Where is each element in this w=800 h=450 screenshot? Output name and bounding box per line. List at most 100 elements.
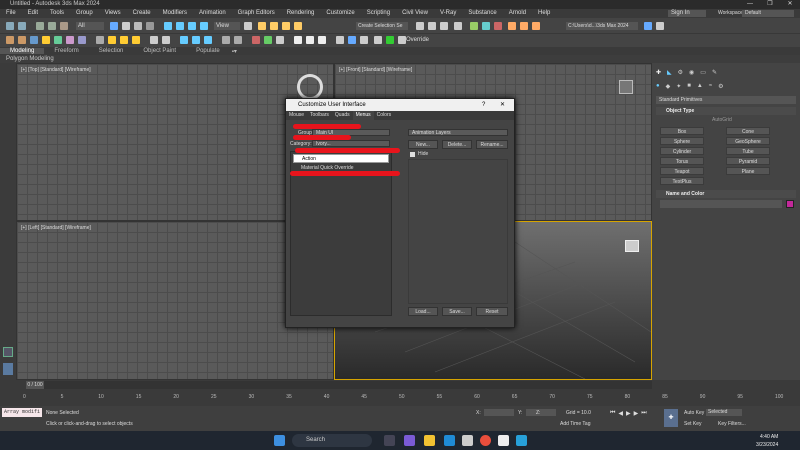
menu-arnold[interactable]: Arnold	[503, 9, 532, 18]
menu-create[interactable]: Create	[127, 9, 157, 18]
teapot-button[interactable]: Teapot	[660, 167, 704, 175]
teapot-icon[interactable]	[6, 36, 14, 44]
menu-edit[interactable]: Edit	[22, 9, 44, 18]
undo-icon[interactable]	[6, 22, 14, 30]
render-setup-icon[interactable]	[508, 22, 516, 30]
reset-button[interactable]: Reset	[476, 307, 508, 316]
store-icon[interactable]	[462, 435, 473, 446]
render-icon[interactable]	[132, 36, 140, 44]
pivot-point-icon[interactable]	[244, 22, 252, 30]
menu-help[interactable]: Help	[532, 9, 556, 18]
lights-category-icon[interactable]: ✦	[676, 83, 681, 93]
close-button[interactable]: ✕	[780, 0, 800, 9]
maxscript-listener[interactable]: Array modifi	[2, 408, 42, 417]
percent-snap-icon[interactable]	[282, 22, 290, 30]
angle-snap-icon[interactable]	[270, 22, 278, 30]
menu-file[interactable]: File	[0, 9, 22, 18]
menu-scripting[interactable]: Scripting	[361, 9, 396, 18]
create-tab-icon[interactable]: ✚	[656, 69, 661, 79]
y-coordinate-input[interactable]	[526, 409, 556, 416]
sphere-icon[interactable]	[18, 36, 26, 44]
autogrid-checkbox[interactable]: AutoGrid	[712, 117, 732, 123]
spinner-snap-icon[interactable]	[294, 22, 302, 30]
systems-category-icon[interactable]: ⚙	[718, 83, 723, 93]
auto-key-button[interactable]: Auto Key	[684, 410, 704, 416]
teams-icon[interactable]	[404, 435, 415, 446]
save-button[interactable]: Save...	[442, 307, 472, 316]
help-icon[interactable]: ?	[482, 99, 485, 111]
name-color-header[interactable]: Name and Color	[656, 190, 796, 198]
window-crossing-icon[interactable]	[146, 22, 154, 30]
tab-quads[interactable]: Quads	[332, 111, 353, 120]
redo-icon[interactable]	[18, 22, 26, 30]
menu-animation[interactable]: Animation	[193, 9, 232, 18]
tab-toolbars[interactable]: Toolbars	[307, 111, 332, 120]
check-icon[interactable]	[386, 36, 394, 44]
object-type-header[interactable]: Object Type	[656, 107, 796, 115]
chrome-icon[interactable]	[480, 435, 491, 446]
cone-button[interactable]: Cone	[726, 127, 770, 135]
layer-explorer-icon[interactable]	[454, 22, 462, 30]
viewcube-front-icon[interactable]	[619, 80, 633, 94]
motion-icon[interactable]	[222, 36, 230, 44]
camera-icon[interactable]	[54, 36, 62, 44]
dialog-close-icon[interactable]: ✕	[500, 99, 505, 111]
viewcube-icon[interactable]	[297, 74, 323, 100]
bind-space-warp-icon[interactable]	[60, 22, 68, 30]
shapes-icon[interactable]	[30, 36, 38, 44]
time-slider-thumb[interactable]: 0 / 100	[26, 381, 44, 389]
tab-modeling[interactable]: Modeling	[0, 48, 45, 54]
reference-coordinate-select[interactable]: View	[214, 22, 240, 30]
set-key-icon[interactable]: ✚	[664, 409, 678, 427]
align-icon[interactable]	[428, 22, 436, 30]
scale-icon[interactable]	[188, 22, 196, 30]
menu-vray[interactable]: V-Ray	[434, 9, 462, 18]
unlink-icon[interactable]	[48, 22, 56, 30]
tab-object-paint[interactable]: Object Paint	[133, 48, 186, 54]
selection-set-input[interactable]: Create Selection Se	[356, 22, 408, 30]
cameras-category-icon[interactable]: ■	[687, 83, 691, 93]
maximize-button[interactable]: ❐	[760, 0, 780, 9]
menu-select[interactable]: Animation Layers	[408, 129, 508, 136]
sphere-button[interactable]: Sphere	[660, 137, 704, 145]
tab-freeform[interactable]: Freeform	[44, 48, 88, 54]
rendered-frame-window-icon[interactable]	[520, 22, 528, 30]
tab-menus[interactable]: Menus	[352, 111, 374, 120]
hierarchy-icon[interactable]	[204, 36, 212, 44]
scene-explorer-icon[interactable]	[440, 22, 448, 30]
map-icon[interactable]	[120, 36, 128, 44]
isolate-icon[interactable]	[96, 36, 104, 44]
add-time-tag[interactable]: Add Time Tag	[560, 421, 590, 427]
tab-selection[interactable]: Selection	[89, 48, 134, 54]
light-icon[interactable]	[42, 36, 50, 44]
menu-substance[interactable]: Substance	[462, 9, 502, 18]
menu-graph-editors[interactable]: Graph Editors	[232, 9, 281, 18]
cylinder-button[interactable]: Cylinder	[660, 147, 704, 155]
select-object-icon[interactable]	[110, 22, 118, 30]
time-slider-track[interactable]: 0 / 100	[26, 381, 652, 389]
textplus-button[interactable]: TextPlus	[660, 177, 704, 185]
rectangular-selection-icon[interactable]	[134, 22, 142, 30]
taskbar-search[interactable]: Search	[292, 434, 372, 447]
app-icon[interactable]	[516, 435, 527, 446]
object-name-input[interactable]	[660, 200, 782, 208]
geosphere-button[interactable]: GeoSphere	[726, 137, 770, 145]
object-color-swatch[interactable]	[786, 200, 794, 208]
swatch-icon[interactable]	[398, 36, 406, 44]
display-tab-icon[interactable]: ▭	[700, 69, 706, 79]
pin-icon[interactable]	[336, 36, 344, 44]
pyramid-button[interactable]: Pyramid	[726, 157, 770, 165]
display-icon[interactable]	[192, 36, 200, 44]
next-frame-icon[interactable]: ▶	[634, 410, 639, 417]
sign-in-button[interactable]: Sign In	[668, 10, 706, 17]
menu-tools[interactable]: Tools	[44, 9, 70, 18]
windows-start-icon[interactable]	[274, 435, 285, 446]
helpers-category-icon[interactable]: ▲	[697, 83, 703, 93]
red-object-icon[interactable]	[252, 36, 260, 44]
workspace-select[interactable]: Default	[742, 10, 794, 17]
plane-button[interactable]: Plane	[726, 167, 770, 175]
list-item-action[interactable]: Action	[293, 154, 389, 163]
menu-civil-view[interactable]: Civil View	[396, 9, 434, 18]
spacewarps-category-icon[interactable]: ≈	[709, 83, 712, 93]
menu-customize[interactable]: Customize	[320, 9, 360, 18]
